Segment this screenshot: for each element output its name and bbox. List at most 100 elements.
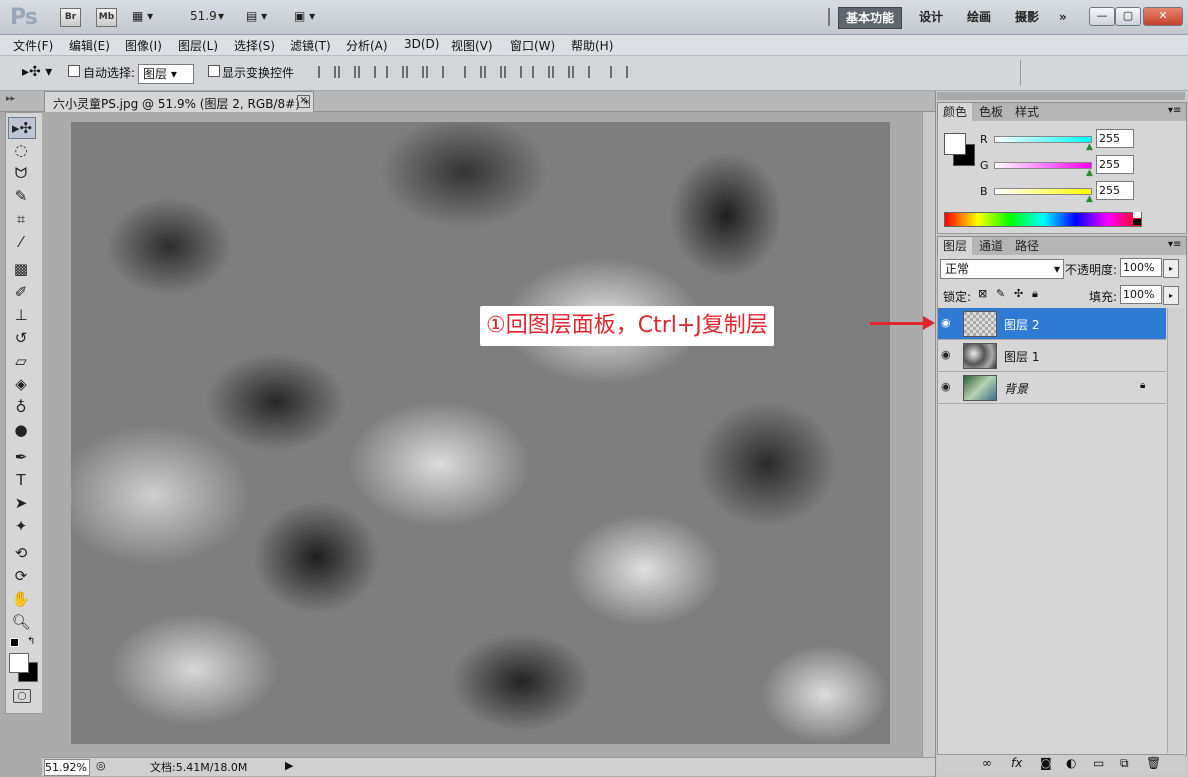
distribute-bottom-icon[interactable] [504, 66, 522, 78]
channel-b-value[interactable]: 255 [1096, 181, 1134, 200]
align-right-icon[interactable] [426, 66, 444, 78]
quick-select-tool-icon[interactable]: ✎ [8, 186, 34, 206]
menu-file[interactable]: 文件(F) [13, 37, 53, 54]
color-foreground-swatch[interactable] [944, 133, 966, 155]
layer-row-background[interactable]: ◉ 背景 🔒︎ [938, 372, 1166, 404]
show-transform-checkbox[interactable] [208, 65, 220, 80]
menu-analysis[interactable]: 分析(A) [346, 37, 388, 54]
channel-r-value[interactable]: 255 [1096, 129, 1134, 148]
delete-layer-icon[interactable]: 🗑︎ [1146, 756, 1161, 770]
close-document-icon[interactable]: ✕ [297, 95, 310, 108]
arrange-documents-icon[interactable]: ▤ ▾ [246, 9, 267, 23]
status-menu-icon[interactable]: ▶ [285, 759, 293, 772]
move-tool-icon[interactable]: ▸✣ [8, 117, 36, 139]
bridge-button[interactable]: Br [60, 8, 81, 27]
color-spectrum-bar[interactable] [944, 212, 1142, 227]
blend-mode-dropdown[interactable]: 正常 ▾ [940, 259, 1064, 279]
document-canvas-clouds[interactable] [71, 122, 890, 744]
history-brush-tool-icon[interactable]: ↺ [8, 328, 34, 348]
lasso-tool-icon[interactable]: ᗢ [8, 163, 34, 183]
blur-tool-icon[interactable]: ♁ [8, 397, 34, 417]
auto-align-layers-icon[interactable] [610, 66, 628, 78]
opacity-value[interactable]: 100% [1120, 258, 1162, 277]
channel-b-handle[interactable]: ▲ [1086, 194, 1093, 204]
auto-select-target-dropdown[interactable]: 图层 ▾ [138, 64, 194, 84]
align-vcenter-icon[interactable] [338, 66, 356, 78]
tab-layers[interactable]: 图层 [938, 237, 973, 255]
new-layer-icon[interactable]: ⧉ [1120, 756, 1129, 771]
layer-row-2[interactable]: ◉ 图层 2 [938, 308, 1166, 340]
move-tool-preset-icon[interactable]: ▸✣ ▾ [22, 64, 52, 80]
align-hcenter-icon[interactable] [406, 66, 424, 78]
collapse-panel-icon[interactable]: ▸▸ [6, 94, 15, 104]
distribute-top-icon[interactable] [464, 66, 482, 78]
panel-menu-icon[interactable]: ▾≡ [1168, 105, 1181, 116]
distribute-vcenter-icon[interactable] [484, 66, 502, 78]
lock-transparent-icon[interactable]: ⊠ [978, 287, 987, 300]
type-tool-icon[interactable]: T [8, 470, 34, 490]
layers-scrollbar[interactable] [1167, 308, 1184, 753]
default-colors-icon[interactable] [10, 638, 19, 647]
view-extras-icon[interactable]: ▦ ▾ [132, 9, 153, 23]
fill-value[interactable]: 100% [1120, 285, 1162, 304]
menu-layer[interactable]: 图层(L) [178, 37, 218, 54]
eyedropper-tool-icon[interactable]: ⁄ [8, 232, 34, 252]
workspace-design[interactable]: 设计 [912, 7, 950, 27]
clone-stamp-tool-icon[interactable]: ⊥ [8, 305, 34, 325]
align-top-icon[interactable] [318, 66, 336, 78]
shape-tool-icon[interactable]: ✦ [8, 516, 34, 536]
tab-swatches[interactable]: 色板 [974, 103, 1008, 121]
dodge-tool-icon[interactable]: ● [8, 420, 34, 440]
channel-r-handle[interactable]: ▲ [1086, 142, 1093, 152]
new-group-icon[interactable]: ▭ [1093, 756, 1104, 770]
distribute-hcenter-icon[interactable] [552, 66, 570, 78]
minimize-icon[interactable]: — [1089, 7, 1115, 26]
eye-icon[interactable]: ◉ [941, 348, 951, 361]
tab-paths[interactable]: 路径 [1010, 237, 1044, 255]
swap-colors-icon[interactable]: ↰ [27, 636, 35, 647]
quick-mask-icon[interactable]: ◯ [13, 689, 31, 703]
fill-slider-icon[interactable]: ▸ [1163, 286, 1179, 305]
hand-tool-icon[interactable]: ✋ [8, 589, 34, 609]
channel-g-slider[interactable] [994, 162, 1092, 169]
foreground-color-swatch[interactable] [9, 653, 29, 673]
menu-view[interactable]: 视图(V) [451, 37, 493, 54]
tab-styles[interactable]: 样式 [1010, 103, 1044, 121]
spectrum-black-swatch[interactable] [1133, 219, 1141, 225]
channel-g-value[interactable]: 255 [1096, 155, 1134, 174]
pen-tool-icon[interactable]: ✒ [8, 447, 34, 467]
layer-style-icon[interactable]: fx [1011, 756, 1022, 770]
maximize-icon[interactable]: ▢ [1115, 7, 1141, 26]
brush-tool-icon[interactable]: ✐ [8, 282, 34, 302]
menu-select[interactable]: 选择(S) [234, 37, 275, 54]
document-tab[interactable]: 六小灵童PS.jpg @ 51.9% (图层 2, RGB/8#) * ✕ [44, 91, 314, 112]
paint-bucket-tool-icon[interactable]: ◈ [8, 374, 34, 394]
tab-color[interactable]: 颜色 [938, 103, 973, 121]
menu-3d[interactable]: 3D(D) [404, 37, 439, 51]
crop-tool-icon[interactable]: ⌗ [8, 209, 34, 229]
tab-channels[interactable]: 通道 [974, 237, 1008, 255]
healing-brush-tool-icon[interactable]: ▩ [8, 259, 34, 279]
marquee-tool-icon[interactable]: ◌ [8, 140, 34, 160]
zoom-tool-icon[interactable]: 🔍︎ [8, 612, 34, 632]
menu-help[interactable]: 帮助(H) [571, 37, 613, 54]
channel-b-slider[interactable] [994, 188, 1092, 195]
eraser-tool-icon[interactable]: ▱ [8, 351, 34, 371]
zoom-level[interactable]: 51.9 [190, 9, 217, 23]
eye-icon[interactable]: ◉ [941, 380, 951, 393]
workspace-photography[interactable]: 摄影 [1008, 7, 1046, 27]
screen-mode-icon[interactable]: ▣ ▾ [294, 9, 315, 23]
3d-orbit-tool-icon[interactable]: ⟳ [8, 566, 34, 586]
opacity-slider-icon[interactable]: ▸ [1163, 259, 1179, 278]
lock-all-icon[interactable]: 🔒︎ [1032, 287, 1038, 301]
menu-filter[interactable]: 滤镜(T) [290, 37, 331, 54]
workspace-essentials[interactable]: 基本功能 [838, 7, 903, 29]
distribute-right-icon[interactable] [572, 66, 590, 78]
channel-r-slider[interactable] [994, 136, 1092, 143]
lock-image-icon[interactable]: ✎ [996, 287, 1005, 300]
channel-g-handle[interactable]: ▲ [1086, 168, 1093, 178]
align-left-icon[interactable] [386, 66, 404, 78]
mini-bridge-button[interactable]: Mb [96, 8, 117, 27]
status-info-icon[interactable]: ◎ [96, 759, 106, 772]
menu-edit[interactable]: 编辑(E) [69, 37, 110, 54]
